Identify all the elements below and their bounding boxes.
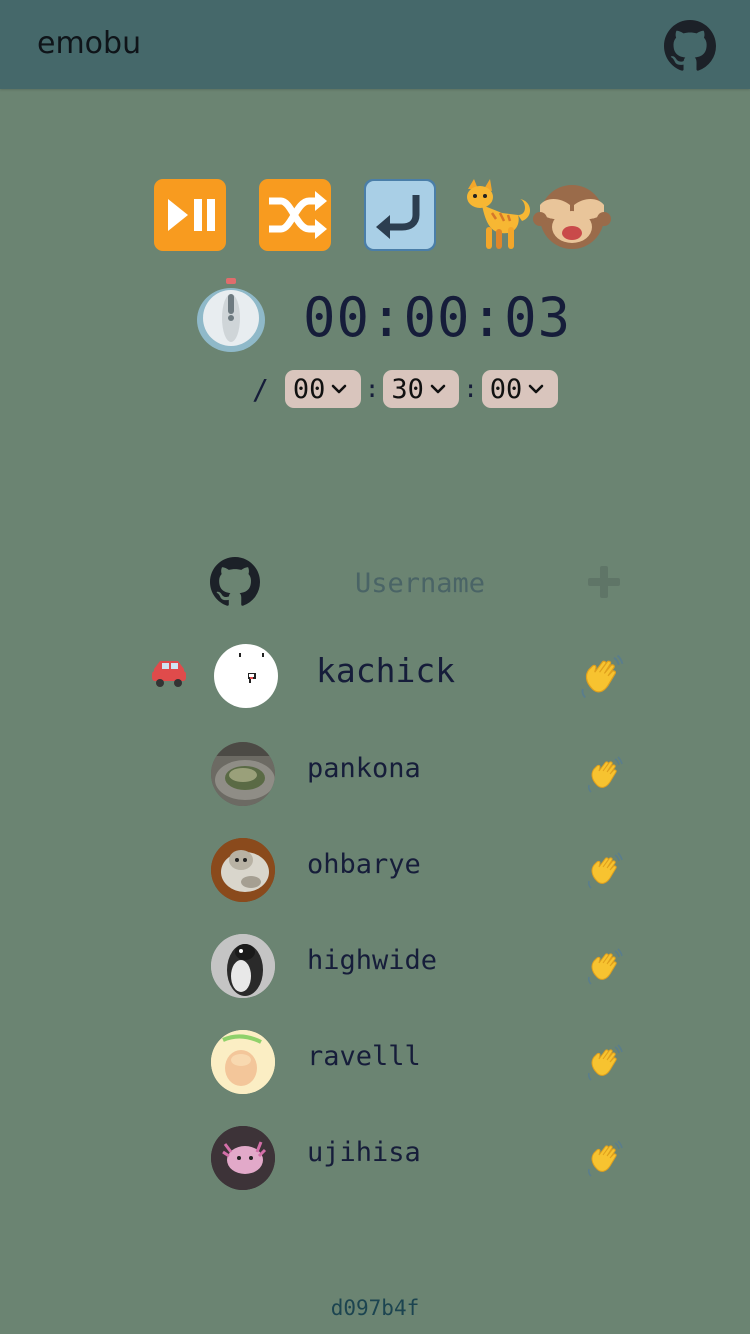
list-item: ujihisa: [0, 1125, 750, 1195]
chevron-down-icon: [331, 384, 347, 394]
time-limit: / 00 : 30 : 00: [252, 369, 558, 409]
wave-icon[interactable]: [578, 653, 626, 701]
version-hash[interactable]: d097b4f: [0, 1296, 750, 1320]
member-name: ohbarye: [307, 849, 421, 880]
avatar-pankona: [211, 742, 275, 806]
minutes-value: 30: [391, 373, 424, 405]
control-bar: [0, 175, 750, 259]
avatar-highwide: [211, 934, 275, 998]
cat-icon: [467, 179, 531, 249]
stopwatch-icon: [197, 278, 265, 352]
avatar-ujihisa: [211, 1126, 275, 1190]
return-arrow-icon: [364, 179, 436, 251]
wave-icon[interactable]: [585, 1139, 625, 1179]
hours-value: 00: [292, 373, 326, 405]
elapsed-time: 00:00:03: [303, 286, 572, 349]
member-name: kachick: [316, 651, 456, 690]
list-item: ravelll: [0, 1029, 750, 1099]
username-input[interactable]: [300, 561, 540, 605]
chevron-down-icon: [528, 384, 544, 394]
seconds-value: 00: [489, 373, 523, 405]
car-icon: [152, 661, 186, 687]
list-item: pankona: [0, 741, 750, 811]
member-name: ravelll: [307, 1041, 421, 1072]
colon: :: [463, 375, 478, 403]
wave-icon[interactable]: [585, 1043, 625, 1083]
wave-icon[interactable]: [585, 851, 625, 891]
list-item: kachick: [0, 641, 750, 711]
header-bar: emobu: [0, 0, 750, 89]
member-name: ujihisa: [307, 1137, 421, 1168]
shuffle-icon: [259, 179, 331, 251]
avatar-ohbarye: [211, 838, 275, 902]
cat-button[interactable]: [462, 175, 542, 255]
wave-icon[interactable]: [585, 755, 625, 795]
member-name: pankona: [307, 753, 421, 784]
list-item: highwide: [0, 933, 750, 1003]
colon: :: [364, 375, 380, 403]
see-no-evil-button[interactable]: [532, 175, 612, 255]
wave-icon[interactable]: [585, 947, 625, 987]
seconds-select[interactable]: 00: [481, 370, 558, 408]
rotate-back-button[interactable]: [362, 175, 442, 255]
shuffle-button[interactable]: [257, 175, 337, 255]
see-no-evil-monkey-icon: [533, 185, 611, 249]
avatar-kachick: [214, 644, 278, 708]
app-title: emobu: [37, 26, 142, 61]
limit-separator: /: [252, 372, 269, 406]
list-item: ohbarye: [0, 837, 750, 907]
minutes-select[interactable]: 30: [383, 370, 460, 408]
play-pause-icon: [154, 179, 226, 251]
github-icon[interactable]: [664, 20, 716, 72]
chevron-down-icon: [430, 384, 446, 394]
plus-icon[interactable]: [585, 563, 623, 601]
hours-select[interactable]: 00: [284, 370, 361, 408]
member-name: highwide: [307, 945, 438, 976]
app-page: emobu 00:00:03 / 00: 30: 00 Username k…: [0, 0, 750, 1334]
github-icon: [210, 557, 260, 607]
play-pause-button[interactable]: [152, 175, 232, 255]
avatar-ravelll: [211, 1030, 275, 1094]
